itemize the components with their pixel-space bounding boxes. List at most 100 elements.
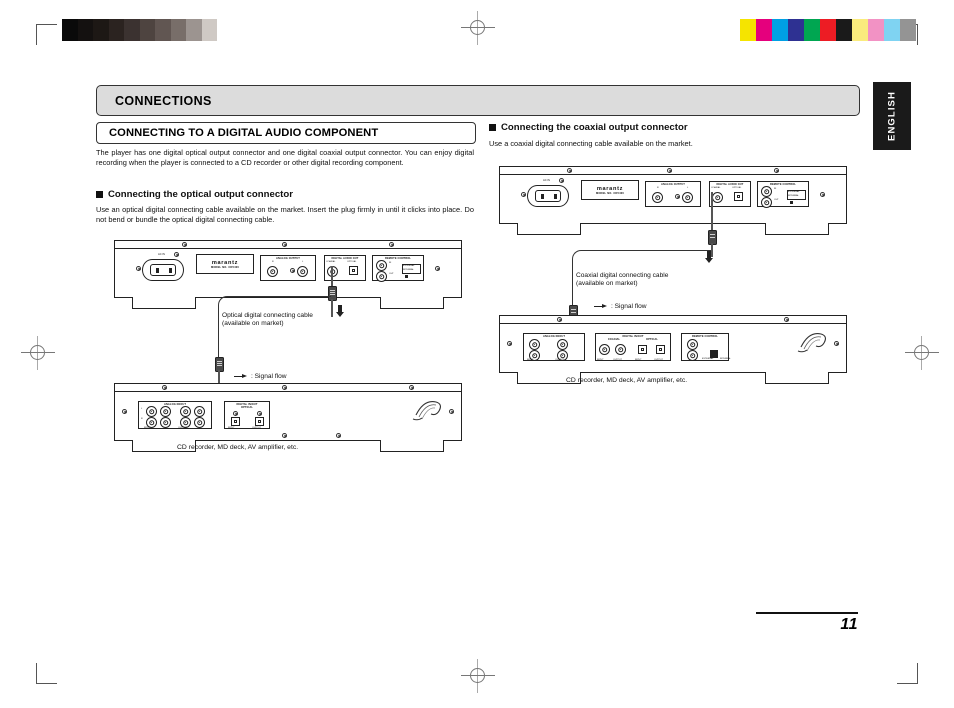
chassis-screw xyxy=(507,341,512,346)
grey-patch xyxy=(217,19,233,41)
chassis-screw xyxy=(389,242,394,247)
model-number: MODEL NO. CD5400 xyxy=(210,265,240,269)
external-label: EXTERNAL xyxy=(702,358,714,360)
coaxial-group-label: COAXIAL xyxy=(607,338,621,341)
color-patch xyxy=(756,19,772,41)
chassis-screw xyxy=(174,252,179,257)
panel-screw xyxy=(233,411,238,416)
ac-inlet-label: AC IN xyxy=(158,253,165,256)
ac-inlet-label: AC IN xyxy=(543,179,550,182)
digital-output-label: DIGITAL AUDIO OUT xyxy=(716,182,744,186)
color-patch xyxy=(820,19,836,41)
coaxial-output-jack xyxy=(712,192,723,203)
optical-output-jack xyxy=(734,192,743,201)
model-number: MODEL NO. CD5400 xyxy=(595,191,625,195)
optical-cable-callout: Optical digital connecting cable (availa… xyxy=(222,312,372,329)
analog-r-label: R xyxy=(272,261,274,263)
optical-input-jack xyxy=(638,345,647,354)
coaxial-input-jack xyxy=(599,344,610,355)
remote-in-jack xyxy=(376,260,387,271)
chassis-screw xyxy=(122,409,127,414)
cd-player-rear-panel-optical: AC IN marantz MODEL NO. CD5400 ANALOG OU… xyxy=(114,240,462,309)
optical-cable-segment xyxy=(331,266,333,288)
remote-jack xyxy=(687,339,698,350)
chapter-title-bar: CONNECTIONS xyxy=(96,85,860,116)
chassis-screw xyxy=(282,433,287,438)
coaxial-signal-flow-legend: : Signal flow xyxy=(594,303,647,310)
optical-signal-flow-legend: : Signal flow xyxy=(234,373,287,380)
channel-l-label: L xyxy=(141,408,143,410)
grey-patch xyxy=(155,19,171,41)
analog-output-label: ANALOG OUTPUT xyxy=(661,182,685,186)
coaxial-label: COAXIAL xyxy=(711,187,721,189)
optical-label: OPTICAL xyxy=(732,187,742,189)
language-tab-english: ENGLISH xyxy=(873,82,911,150)
rca-jack xyxy=(194,417,205,428)
chassis-screw xyxy=(521,192,526,197)
remote-out-jack xyxy=(376,271,387,282)
cd-player-rear-panel-coaxial: AC IN marantz MODEL NO. CD5400 ANALOG OU… xyxy=(499,166,847,235)
rca-jack xyxy=(557,339,568,350)
coaxial-device-caption: CD recorder, MD deck, AV amplifier, etc. xyxy=(566,377,688,384)
bullet-square-icon xyxy=(489,124,496,131)
chassis-foot xyxy=(132,297,196,309)
analog-output-label: ANALOG OUTPUT xyxy=(276,256,300,260)
remote-mode-switch[interactable] xyxy=(790,201,793,204)
internal-label: INTERNAL xyxy=(788,195,799,197)
coaxial-callout-leader xyxy=(572,250,711,265)
grey-patch xyxy=(93,19,109,41)
chassis-screw xyxy=(136,266,141,271)
registration-mark-top xyxy=(461,11,495,45)
coaxial-signal-flow-label: : Signal flow xyxy=(611,303,647,310)
color-patch xyxy=(836,19,852,41)
chassis-foot xyxy=(380,440,444,452)
remote-out-jack xyxy=(761,197,772,208)
coaxial-subheading-label: Connecting the coaxial output connector xyxy=(501,122,688,133)
chassis-screw xyxy=(449,409,454,414)
internal-label: INTERNAL xyxy=(720,358,731,360)
chassis-foot xyxy=(517,223,581,235)
chassis-screw xyxy=(567,168,572,173)
rca-jack-left xyxy=(297,266,308,277)
panel-screw xyxy=(257,411,262,416)
crop-mark-bottom-left xyxy=(36,663,57,684)
coaxial-cable-callout: Coaxial digital connecting cable (availa… xyxy=(576,272,726,289)
chassis-screw xyxy=(774,168,779,173)
rca-jack xyxy=(180,406,191,417)
chassis-top-edge xyxy=(499,315,847,324)
optical-subheading-label: Connecting the optical output connector xyxy=(108,189,293,200)
optical-output-label: OUTPUT xyxy=(654,359,663,361)
external-label: EXTERNAL xyxy=(403,265,415,267)
grayscale-step-wedge xyxy=(62,19,233,41)
chassis-screw xyxy=(182,242,187,247)
coaxial-output-jack xyxy=(615,344,626,355)
color-patch xyxy=(772,19,788,41)
analog-inout-label: ANALOG IN/OUT xyxy=(542,334,566,338)
analog-inout-label: ANALOG IN/OUT xyxy=(163,402,187,406)
grey-patch xyxy=(139,19,155,41)
remote-jack xyxy=(687,350,698,361)
chassis-foot xyxy=(765,372,829,384)
remote-mode-switch[interactable] xyxy=(405,275,408,278)
ac-inlet xyxy=(527,185,569,207)
crop-mark-bottom-right xyxy=(897,663,918,684)
optical-input-jack xyxy=(231,417,240,426)
color-patch xyxy=(884,19,900,41)
grey-patch xyxy=(124,19,140,41)
optical-subheading: Connecting the optical output connector xyxy=(96,189,293,200)
grey-patch xyxy=(186,19,202,41)
chassis-top-edge xyxy=(499,166,847,175)
grey-patch xyxy=(62,19,78,41)
optical-device-caption: CD recorder, MD deck, AV amplifier, etc. xyxy=(177,444,299,451)
analog-output-label: OUTPUT xyxy=(178,427,187,429)
bullet-square-icon xyxy=(96,191,103,198)
optical-output-jack xyxy=(349,266,358,275)
rca-jack xyxy=(146,406,157,417)
remote-mode-switch[interactable] xyxy=(710,350,718,358)
section-title-bar: CONNECTING TO A DIGITAL AUDIO COMPONENT xyxy=(96,122,476,144)
grey-patch xyxy=(201,19,217,41)
analog-input-label: INPUT xyxy=(144,427,151,429)
coaxial-cable-segment xyxy=(711,192,713,232)
color-control-bars xyxy=(740,19,916,41)
recorder-rear-panel-coaxial: ANALOG IN/OUT INPUT OUTPUT DIGITAL IN/OU… xyxy=(499,315,847,384)
